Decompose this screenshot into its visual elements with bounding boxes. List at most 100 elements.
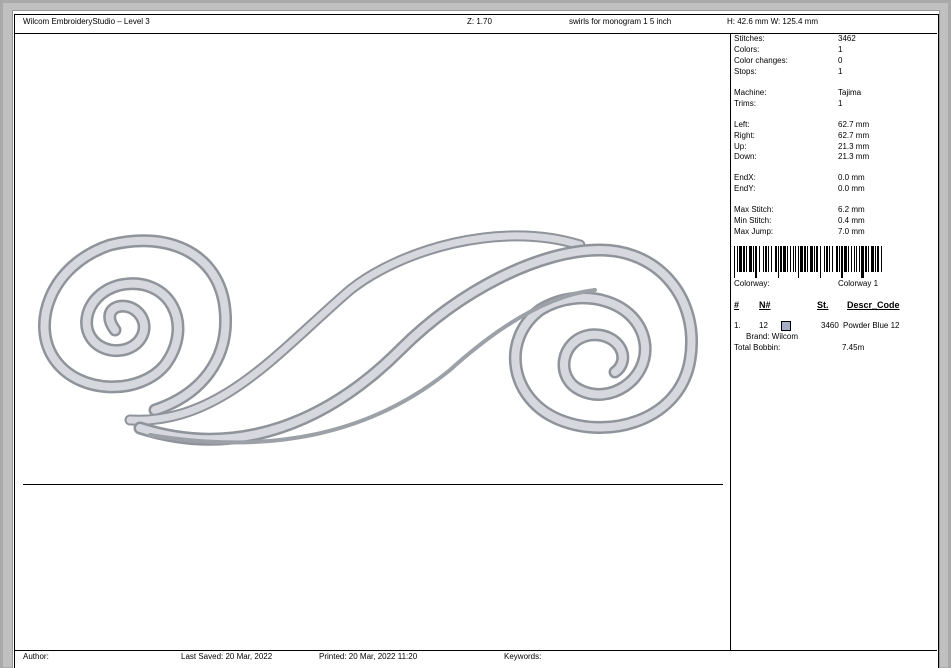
stat-label: Up: xyxy=(734,142,747,151)
barcode-bar xyxy=(824,246,825,272)
barcode-bar xyxy=(810,246,813,272)
barcode-bar xyxy=(778,246,779,278)
barcode-bar xyxy=(790,246,791,272)
col-header-description: Descr_Code xyxy=(847,300,900,310)
barcode-bar xyxy=(851,246,852,272)
footer-last-saved: Last Saved: 20 Mar, 2022 xyxy=(181,652,273,661)
barcode-bar xyxy=(768,246,769,272)
barcode-bar xyxy=(839,246,840,272)
barcode-bar xyxy=(734,246,735,278)
barcode-bar xyxy=(848,246,849,272)
app-title: Wilcom EmbroideryStudio – Level 3 xyxy=(23,17,150,26)
barcode-bar xyxy=(743,246,745,272)
barcode-bar xyxy=(865,246,867,272)
total-bobbin-label: Total Bobbin: xyxy=(734,343,781,352)
barcode-bar xyxy=(771,246,772,272)
info-panel-divider xyxy=(730,34,731,650)
barcode-bar xyxy=(836,246,838,272)
footer-printed: Printed: 20 Mar, 2022 11:20 xyxy=(319,652,418,661)
thread-brand: Brand: Wilcom xyxy=(746,332,799,341)
stat-label: Left: xyxy=(734,120,750,129)
stat-label: EndX: xyxy=(734,173,756,182)
barcode-bar xyxy=(800,246,803,272)
barcode-bar xyxy=(832,246,833,272)
stat-label: Right: xyxy=(734,131,755,140)
stat-value: 3462 xyxy=(838,34,856,43)
col-header-stitches: St. xyxy=(817,300,829,310)
stat-label: EndY: xyxy=(734,184,756,193)
footer-divider xyxy=(15,650,937,651)
thread-row-index: 1. xyxy=(734,321,741,330)
stat-value: 0.4 mm xyxy=(838,216,865,225)
stat-label: Stitches: xyxy=(734,34,765,43)
barcode-bar xyxy=(841,246,843,278)
design-name: swirls for monogram 1 5 inch xyxy=(569,17,672,26)
barcode-bar xyxy=(859,246,860,272)
barcode-bar xyxy=(854,246,855,272)
barcode-bar xyxy=(746,246,747,272)
barcode-bar xyxy=(829,246,830,272)
barcode-bar xyxy=(739,246,742,272)
stat-value: 0.0 mm xyxy=(838,173,865,182)
barcode-bar xyxy=(783,246,786,272)
stat-label: Max Stitch: xyxy=(734,205,774,214)
stat-label: Min Stitch: xyxy=(734,216,772,225)
col-header-number: N# xyxy=(759,300,771,310)
thread-row-description: Powder Blue 12 xyxy=(843,321,900,330)
stat-value: 21.3 mm xyxy=(838,152,870,161)
stat-label: Machine: xyxy=(734,88,767,97)
barcode-bar xyxy=(881,246,882,272)
barcode-bar xyxy=(795,246,796,272)
stat-label: Trims: xyxy=(734,99,756,108)
stat-value: 1 xyxy=(838,67,843,76)
footer-author: Author: xyxy=(23,652,49,661)
barcode-bar xyxy=(753,246,754,272)
barcode-bar xyxy=(861,246,864,278)
thread-row-number: 12 xyxy=(759,321,768,330)
stat-value: 21.3 mm xyxy=(838,142,870,151)
barcode-bar xyxy=(780,246,782,272)
barcode-bar xyxy=(775,246,777,272)
barcode-bar xyxy=(807,246,808,272)
barcode-bar xyxy=(871,246,874,272)
stat-value: 62.7 mm xyxy=(838,120,870,129)
stat-label: Color changes: xyxy=(734,56,788,65)
barcode xyxy=(734,246,882,278)
stat-label: Stops: xyxy=(734,67,757,76)
barcode-bar xyxy=(755,246,757,278)
barcode-bar xyxy=(763,246,764,272)
stat-value: 7.0 mm xyxy=(838,227,865,236)
barcode-bar xyxy=(793,246,794,272)
barcode-bar xyxy=(816,246,818,272)
barcode-bar xyxy=(856,246,857,272)
barcode-bar xyxy=(787,246,788,272)
stat-value: 1 xyxy=(838,45,843,54)
barcode-bar xyxy=(820,246,821,278)
colorway-value: Colorway 1 xyxy=(838,279,879,288)
footer-keywords: Keywords: xyxy=(504,652,542,661)
barcode-bar xyxy=(804,246,806,272)
barcode-bar xyxy=(765,246,767,272)
barcode-bar xyxy=(875,246,876,272)
barcode-bar xyxy=(877,246,879,272)
stat-label: Colors: xyxy=(734,45,760,54)
header-divider xyxy=(15,33,937,34)
barcode-bar xyxy=(814,246,815,272)
design-baseline xyxy=(23,484,723,485)
stat-value: 0 xyxy=(838,56,843,65)
total-bobbin-value: 7.45m xyxy=(842,343,865,352)
barcode-bar xyxy=(844,246,847,272)
stat-label: Max Jump: xyxy=(734,227,774,236)
stat-value: 62.7 mm xyxy=(838,131,870,140)
embroidery-design-preview xyxy=(37,230,698,446)
barcode-bar xyxy=(826,246,828,272)
barcode-bar xyxy=(868,246,869,272)
barcode-bar xyxy=(759,246,760,272)
stat-value: Tajima xyxy=(838,88,862,97)
stat-label: Down: xyxy=(734,152,757,161)
stat-value: 0.0 mm xyxy=(838,184,865,193)
zoom-level: Z: 1.70 xyxy=(467,17,492,26)
barcode-bar xyxy=(749,246,752,272)
barcode-bar xyxy=(798,246,799,278)
stat-value: 1 xyxy=(838,99,843,108)
